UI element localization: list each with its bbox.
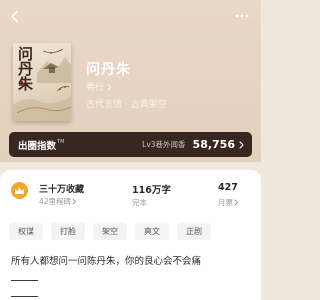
book-cover[interactable]: 问丹朱 xyxy=(13,43,71,121)
book-title: 问丹朱 xyxy=(86,62,131,78)
tag-item[interactable]: 爽文 xyxy=(135,223,169,240)
chevron-right-icon xyxy=(72,198,76,205)
author-link[interactable]: 希行 xyxy=(86,80,112,93)
synopsis-text[interactable]: 所有人都想问一问陈丹朱，你的良心会不会痛 xyxy=(11,253,201,267)
tag-item[interactable]: 架空 xyxy=(93,223,127,240)
divider xyxy=(11,296,38,297)
milestone-link[interactable]: 42里程碑 xyxy=(39,196,77,207)
author-name: 希行 xyxy=(86,83,105,93)
genre-label: 古代言情 · 古典架空 xyxy=(86,100,167,110)
monthly-ticket-value: 427 xyxy=(218,182,238,193)
divider xyxy=(11,280,38,281)
back-arrow-icon xyxy=(10,10,18,22)
popularity-label: 出圈指数 xyxy=(18,140,57,152)
chevron-right-icon xyxy=(107,83,112,90)
popularity-bar[interactable]: 出圈指数 TM Lv3巷外闻香 58,756 xyxy=(9,132,252,157)
back-button[interactable] xyxy=(6,9,22,23)
chevron-right-icon xyxy=(234,199,238,206)
trademark-mark: TM xyxy=(57,139,65,145)
cover-title: 问丹朱 xyxy=(18,45,34,93)
more-dots-icon xyxy=(235,14,249,18)
popularity-level: Lv3巷外闻香 xyxy=(142,140,186,149)
tag-item[interactable]: 权谋 xyxy=(9,223,43,240)
popularity-value: 58,756 xyxy=(192,138,235,151)
milestone-label: 42里程碑 xyxy=(39,197,72,206)
more-button[interactable] xyxy=(234,9,250,23)
word-count-status: 完本 xyxy=(132,197,147,208)
word-count-label: 完本 xyxy=(132,198,147,207)
tag-item[interactable]: 正剧 xyxy=(177,223,211,240)
tag-item[interactable]: 打脸 xyxy=(51,223,85,240)
monthly-ticket-label: 月票 xyxy=(218,198,233,207)
word-count-value: 116万字 xyxy=(132,185,171,196)
favorites-title: 三十万收藏 xyxy=(39,185,85,195)
monthly-ticket-link[interactable]: 月票 xyxy=(218,197,239,208)
crown-icon xyxy=(11,182,28,199)
tag-list: 权谋 打脸 架空 爽文 正剧 xyxy=(9,223,211,240)
chevron-right-icon xyxy=(239,140,244,149)
